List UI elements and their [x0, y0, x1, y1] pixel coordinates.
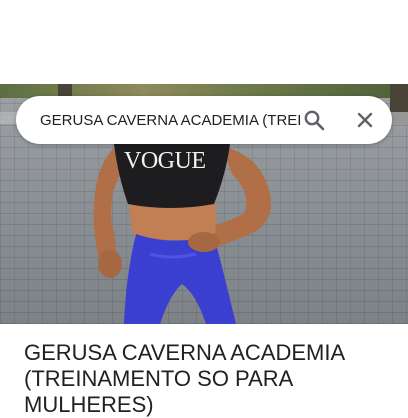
- shirt-print-text: VOGUE: [124, 148, 206, 174]
- search-bar: [16, 96, 392, 144]
- close-icon[interactable]: [353, 108, 377, 132]
- top-blank-area: [0, 0, 408, 84]
- search-icon[interactable]: [302, 108, 326, 132]
- result-title[interactable]: GERUSA CAVERNA ACADEMIA (TREINAMENTO SO …: [24, 340, 394, 418]
- search-input[interactable]: [40, 108, 302, 132]
